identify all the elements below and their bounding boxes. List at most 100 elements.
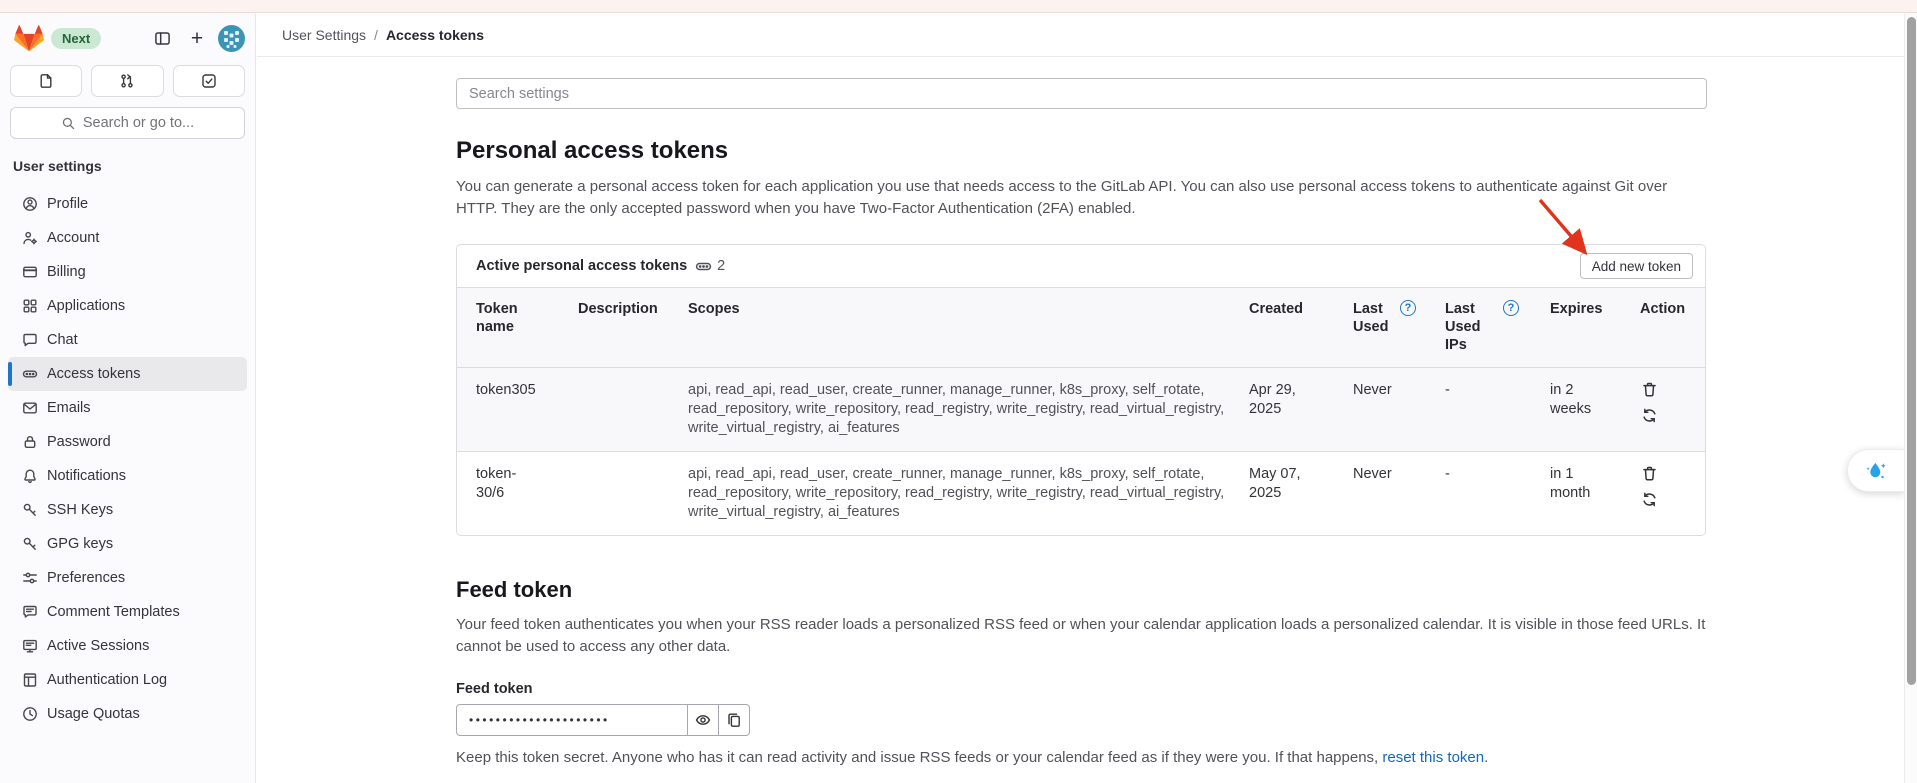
grid-icon (22, 298, 38, 314)
copy-token-button[interactable] (718, 704, 750, 736)
issues-icon (38, 73, 54, 89)
sidebar-item-password[interactable]: Password (8, 425, 247, 459)
cell-scopes: api, read_api, read_user, create_runner,… (688, 368, 1249, 451)
cell-last-used: Never (1353, 368, 1445, 451)
sidebar-item-active-sessions[interactable]: Active Sessions (8, 629, 247, 663)
page-title: Personal access tokens (456, 136, 1707, 166)
reset-token-link[interactable]: reset this token (1382, 749, 1484, 766)
sidebar-item-applications[interactable]: Applications (8, 289, 247, 323)
feed-token-note: Keep this token secret. Anyone who has i… (456, 749, 1707, 766)
sidebar-item-notifications[interactable]: Notifications (8, 459, 247, 493)
sidebar: Next + Search or go to... User setting (0, 14, 256, 783)
rotate-token-button[interactable] (1640, 491, 1658, 509)
add-new-token-button[interactable]: Add new token (1580, 253, 1693, 279)
header-token-name: Token name (457, 288, 578, 367)
top-notice-bar (0, 0, 1917, 13)
token-pill-icon (695, 258, 712, 275)
key-icon (22, 536, 38, 552)
sidebar-item-ssh-keys[interactable]: SSH Keys (8, 493, 247, 527)
trash-icon (1641, 465, 1658, 482)
reveal-token-button[interactable] (687, 704, 719, 736)
header-last-used-ips: Last Used IPs? (1445, 288, 1550, 367)
cell-token-name: token-30/6 (457, 452, 578, 535)
next-badge[interactable]: Next (51, 28, 101, 49)
gitlab-logo-icon[interactable] (14, 24, 44, 52)
sidebar-item-usage-quotas[interactable]: Usage Quotas (8, 697, 247, 731)
table-header-row: Token name Description Scopes Created La… (457, 287, 1705, 367)
sidebar-item-chat[interactable]: Chat (8, 323, 247, 357)
sidebar-nav: Profile Account Billing Applications Cha… (0, 187, 255, 731)
sidebar-item-authentication-log[interactable]: Authentication Log (8, 663, 247, 697)
header-last-used: Last Used? (1353, 288, 1445, 367)
bell-icon (22, 468, 38, 484)
cell-last-used-ips: - (1445, 452, 1550, 535)
cell-created: Apr 29, 2025 (1249, 368, 1353, 451)
active-tokens-card-header: Active personal access tokens 2 Add new … (457, 245, 1705, 287)
key-icon (22, 502, 38, 518)
plus-icon[interactable]: + (183, 24, 211, 52)
sidebar-header: Next + (0, 14, 255, 52)
copy-icon (726, 712, 742, 728)
scrollbar-thumb[interactable] (1907, 17, 1916, 685)
sidebar-item-comment-templates[interactable]: Comment Templates (8, 595, 247, 629)
sidebar-shortcuts (10, 65, 245, 97)
feed-token-label: Feed token (456, 681, 1707, 697)
todos-shortcut-button[interactable] (173, 65, 245, 97)
header-scopes: Scopes (688, 288, 1249, 367)
breadcrumb: User Settings / Access tokens (257, 14, 1917, 57)
table-row: token-30/6 api, read_api, read_user, cre… (457, 451, 1705, 535)
credit-card-icon (22, 264, 38, 280)
active-tokens-card: Active personal access tokens 2 Add new … (456, 244, 1706, 536)
user-circle-icon (22, 196, 38, 212)
speech-bubble-icon (22, 332, 38, 348)
breadcrumb-separator: / (374, 27, 378, 43)
rotate-token-button[interactable] (1640, 407, 1658, 425)
feed-token-input[interactable] (456, 704, 688, 736)
monitor-icon (22, 638, 38, 654)
cell-action (1640, 452, 1705, 535)
global-search-placeholder: Search or go to... (83, 115, 194, 131)
breadcrumb-current: Access tokens (386, 27, 484, 43)
sidebar-item-account[interactable]: Account (8, 221, 247, 255)
token-pill-icon (22, 366, 38, 382)
feed-token-group (456, 704, 1707, 736)
delete-token-button[interactable] (1640, 465, 1658, 483)
cell-created: May 07, 2025 (1249, 452, 1353, 535)
breadcrumb-parent[interactable]: User Settings (282, 27, 366, 43)
cell-description (578, 368, 688, 451)
sidebar-toggle-icon[interactable] (148, 24, 176, 52)
help-icon[interactable]: ? (1400, 300, 1416, 316)
rotate-icon (1641, 491, 1658, 508)
header-action: Action (1640, 288, 1705, 367)
header-created: Created (1249, 288, 1353, 367)
comment-lines-icon (22, 604, 38, 620)
sidebar-item-profile[interactable]: Profile (8, 187, 247, 221)
cell-expires: in 2 weeks (1550, 368, 1640, 451)
token-count-badge: 2 (717, 258, 725, 274)
avatar[interactable] (218, 25, 245, 52)
sidebar-item-access-tokens[interactable]: Access tokens (8, 357, 247, 391)
settings-search-input[interactable] (456, 78, 1707, 109)
sidebar-section-title: User settings (0, 158, 255, 179)
pat-description: You can generate a personal access token… (456, 176, 1707, 219)
trash-icon (1641, 381, 1658, 398)
duo-sparkle-drop-icon (1862, 457, 1890, 485)
cell-expires: in 1 month (1550, 452, 1640, 535)
header-description: Description (578, 288, 688, 367)
sidebar-item-emails[interactable]: Emails (8, 391, 247, 425)
card-title: Active personal access tokens (476, 258, 687, 274)
issues-shortcut-button[interactable] (10, 65, 82, 97)
global-search[interactable]: Search or go to... (10, 107, 245, 139)
delete-token-button[interactable] (1640, 381, 1658, 399)
sidebar-item-preferences[interactable]: Preferences (8, 561, 247, 595)
cell-last-used-ips: - (1445, 368, 1550, 451)
sidebar-item-gpg-keys[interactable]: GPG keys (8, 527, 247, 561)
duo-chat-button[interactable] (1847, 449, 1904, 492)
cell-token-name: token305 (457, 368, 578, 451)
merge-requests-shortcut-button[interactable] (91, 65, 163, 97)
user-gear-icon (22, 230, 38, 246)
sidebar-item-billing[interactable]: Billing (8, 255, 247, 289)
help-icon[interactable]: ? (1503, 300, 1519, 316)
merge-request-icon (119, 73, 135, 89)
clock-icon (22, 706, 38, 722)
